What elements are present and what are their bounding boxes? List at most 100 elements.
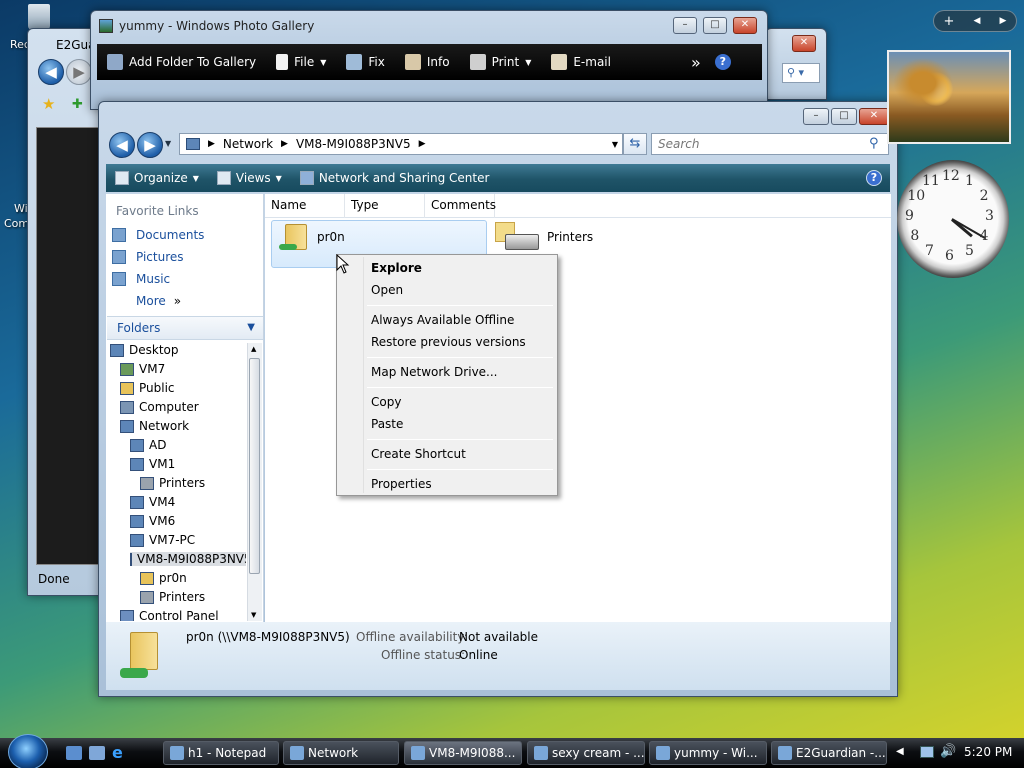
tree-item[interactable]: Network [120, 419, 189, 433]
address-dropdown-icon[interactable]: ▼ [612, 140, 618, 149]
maximize-button[interactable]: □ [703, 17, 727, 34]
fix-icon [346, 54, 363, 70]
tree-item[interactable]: Printers [140, 476, 205, 490]
refresh-button[interactable]: ⇆ [623, 133, 647, 155]
column-header-name[interactable]: Name [265, 194, 345, 218]
menu-item-properties[interactable]: Properties [371, 477, 432, 491]
menu-item-map-network-drive[interactable]: Map Network Drive... [371, 365, 498, 379]
show-desktop-icon[interactable] [66, 746, 82, 760]
tree-item[interactable]: pr0n [140, 571, 187, 585]
add-folder-button[interactable]: Add Folder To Gallery [97, 54, 266, 70]
close-button[interactable]: ✕ [859, 108, 889, 125]
tree-item[interactable]: VM4 [130, 495, 175, 509]
tree-item[interactable]: VM7 [120, 362, 165, 376]
star-icon[interactable]: ★ [42, 95, 55, 113]
tree-item[interactable]: VM8-M9I088P3NV5 [130, 552, 246, 566]
scroll-up-arrow-icon[interactable]: ▲ [251, 345, 256, 353]
breadcrumb-item-network[interactable]: Network [223, 137, 273, 151]
column-header-comments[interactable]: Comments [425, 194, 496, 218]
back-button[interactable]: ◀ [109, 132, 135, 158]
forward-button[interactable]: ▶ [137, 132, 163, 158]
chevron-down-icon: ▼ [192, 173, 199, 183]
photo-gallery-window[interactable]: yummy - Windows Photo Gallery – □ ✕ Add … [90, 10, 768, 110]
tree-item[interactable]: VM1 [130, 457, 175, 471]
menu-item-restore-previous-versions[interactable]: Restore previous versions [371, 335, 526, 349]
clock-time[interactable]: 5:20 PM [964, 745, 1012, 759]
file-menu-button[interactable]: File ▼ [266, 54, 336, 70]
start-button[interactable] [8, 734, 48, 768]
search-input[interactable]: Search [651, 133, 889, 155]
breadcrumb-separator[interactable]: ▶ [419, 139, 426, 149]
tree-item[interactable]: VM6 [130, 514, 175, 528]
views-button[interactable]: Views ▼ [208, 171, 291, 185]
search-icon[interactable]: ⚲ ▾ [782, 63, 820, 83]
scrollbar-thumb[interactable] [249, 358, 260, 574]
recent-pages-dropdown[interactable]: ▼ [165, 139, 171, 148]
favorite-link-pictures[interactable]: Pictures [112, 250, 184, 264]
forward-button[interactable]: ▶ [66, 59, 92, 85]
taskbar-button[interactable]: E2Guardian -... [771, 741, 887, 765]
taskbar-button[interactable]: yummy - Wi... [649, 741, 767, 765]
network-sharing-center-button[interactable]: Network and Sharing Center [291, 171, 499, 185]
breadcrumb-separator[interactable]: ▶ [208, 139, 215, 149]
tree-item[interactable]: VM7-PC [130, 533, 195, 547]
menu-item-always-available-offline[interactable]: Always Available Offline [371, 313, 514, 327]
e2guardian-window[interactable]: E2Gua ◀ ▶ ★ ✚ Done [27, 28, 107, 596]
organize-button[interactable]: Organize ▼ [106, 171, 208, 185]
clock-gadget[interactable]: 12 1 2 3 4 5 6 7 8 9 10 11 [897, 160, 1009, 278]
minimize-button[interactable]: – [673, 17, 697, 34]
tree-item[interactable]: Printers [140, 590, 205, 604]
folders-header[interactable]: Folders ▼ [107, 316, 263, 340]
add-gadget-icon[interactable]: + [944, 14, 955, 29]
breadcrumb-item-computer[interactable]: VM8-M9I088P3NV5 [296, 137, 411, 151]
taskbar-button[interactable]: sexy cream - ... [527, 741, 645, 765]
tree-item[interactable]: Computer [120, 400, 199, 414]
taskbar-button[interactable]: Network [283, 741, 399, 765]
menu-item-open[interactable]: Open [371, 283, 403, 297]
info-button[interactable]: Info [395, 54, 460, 70]
favorite-link-music[interactable]: Music [112, 272, 170, 286]
minimize-button[interactable]: – [803, 108, 829, 125]
scroll-down-arrow-icon[interactable]: ▼ [251, 611, 256, 619]
switch-windows-icon[interactable] [89, 746, 105, 760]
help-icon[interactable]: ? [714, 54, 731, 70]
printers-item[interactable]: Printers [495, 222, 593, 252]
desktop-icon-label[interactable]: Wi [14, 202, 28, 215]
more-commands-button[interactable]: » [691, 53, 701, 72]
email-button[interactable]: E-mail [541, 54, 621, 70]
next-gadget-icon[interactable]: ▶ [1000, 16, 1007, 26]
column-header-type[interactable]: Type [345, 194, 425, 218]
favorite-link-documents[interactable]: Documents [112, 228, 204, 242]
search-icon[interactable]: ⚲ [869, 136, 879, 151]
add-favorite-icon[interactable]: ✚ [72, 97, 83, 112]
taskbar-button[interactable]: VM8-M9I088... [404, 741, 522, 765]
volume-icon[interactable]: 🔊 [940, 744, 956, 759]
menu-item-copy[interactable]: Copy [371, 395, 401, 409]
close-button[interactable]: ✕ [792, 35, 816, 52]
tree-item[interactable]: Public [120, 381, 175, 395]
back-button[interactable]: ◀ [38, 59, 64, 85]
favorite-links-more[interactable]: More » [136, 294, 181, 308]
menu-item-create-shortcut[interactable]: Create Shortcut [371, 447, 466, 461]
maximize-button[interactable]: □ [831, 108, 857, 125]
taskbar-button[interactable]: h1 - Notepad [163, 741, 279, 765]
desktop-icon-label[interactable]: Com [4, 217, 29, 230]
breadcrumb-separator[interactable]: ▶ [281, 139, 288, 149]
slideshow-gadget[interactable] [887, 50, 1011, 144]
folder-item-pr0n[interactable]: pr0n [279, 222, 345, 252]
tree-item[interactable]: Desktop [110, 343, 179, 357]
show-hidden-icons-icon[interactable]: ◀ [896, 746, 904, 757]
fix-button[interactable]: Fix [336, 54, 394, 70]
print-button[interactable]: Print ▼ [460, 54, 542, 70]
internet-explorer-icon[interactable]: e [112, 745, 128, 761]
background-window[interactable]: ✕ ⚲ ▾ [765, 28, 827, 100]
breadcrumb[interactable]: ▶ Network ▶ VM8-M9I088P3NV5 ▶ ▼ [179, 133, 623, 155]
menu-item-explore[interactable]: Explore [371, 261, 422, 275]
previous-gadget-icon[interactable]: ◀ [974, 16, 981, 26]
close-button[interactable]: ✕ [733, 17, 757, 34]
help-icon[interactable]: ? [866, 170, 882, 186]
menu-item-paste[interactable]: Paste [371, 417, 403, 431]
tree-item[interactable]: Control Panel [120, 609, 219, 621]
tree-item[interactable]: AD [130, 438, 166, 452]
network-status-icon[interactable] [920, 746, 934, 758]
